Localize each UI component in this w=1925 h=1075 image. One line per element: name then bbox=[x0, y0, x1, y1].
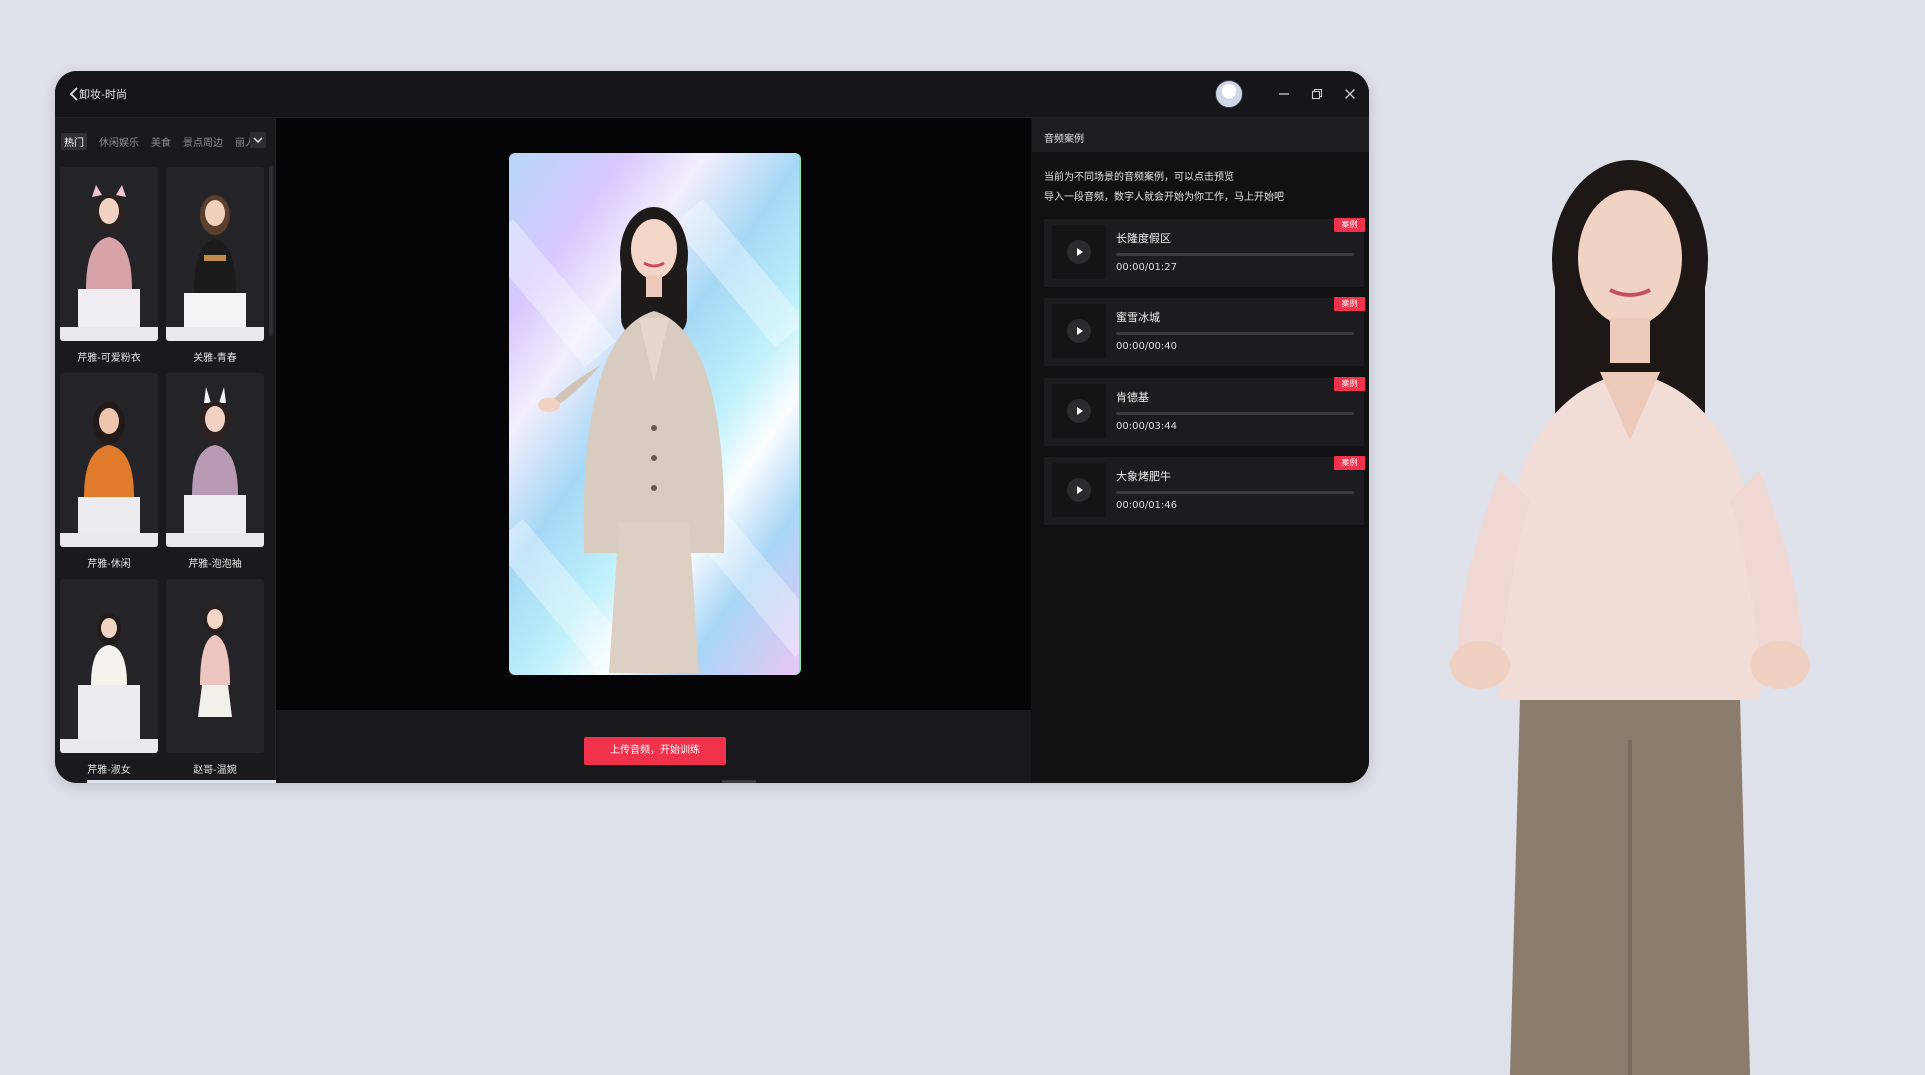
card-floor bbox=[166, 533, 264, 547]
tab-attractions[interactable]: 景点周边 bbox=[183, 134, 223, 149]
play-button[interactable] bbox=[1052, 304, 1106, 358]
avatar-card-puff-sleeve[interactable] bbox=[166, 373, 264, 547]
tab-food[interactable]: 美食 bbox=[151, 134, 171, 149]
user-avatar[interactable] bbox=[1215, 80, 1243, 108]
avatar-figure-image bbox=[78, 402, 140, 543]
play-icon bbox=[1077, 407, 1083, 415]
avatar-name: 赵哥-温婉 bbox=[193, 765, 237, 776]
play-button[interactable] bbox=[1052, 225, 1106, 279]
avatar-figure-image bbox=[184, 387, 246, 535]
close-icon[interactable] bbox=[1339, 83, 1361, 105]
minimize-icon[interactable] bbox=[1273, 83, 1295, 105]
sample-badge: 案例 bbox=[1334, 377, 1365, 391]
category-tabs: 热门 休闲娱乐 美食 景点周边 丽人 bbox=[61, 132, 267, 150]
audio-time: 00:00/01:46 bbox=[1116, 500, 1178, 511]
avatar-library-panel: 热门 休闲娱乐 美食 景点周边 丽人 芹雅-可爱粉衣 关雅-青春 芹雅-休闲 芹… bbox=[55, 118, 276, 783]
progress-track[interactable] bbox=[1116, 332, 1354, 335]
avatar-name: 芹雅-休闲 bbox=[87, 559, 131, 570]
play-icon bbox=[1077, 486, 1083, 494]
horizontal-scroll-indicator[interactable] bbox=[87, 780, 287, 783]
tab-hot[interactable]: 热门 bbox=[61, 132, 87, 150]
action-bar: 上传音频，开始训练 bbox=[276, 710, 1031, 783]
avatar-figure-image bbox=[198, 605, 232, 717]
play-button[interactable] bbox=[1052, 384, 1106, 438]
panel-header: 音频案例 bbox=[1032, 118, 1369, 152]
sample-badge: 案例 bbox=[1334, 456, 1365, 470]
description-line: 导入一段音频，数字人就会开始为你工作，马上开始吧 bbox=[1044, 192, 1284, 203]
audio-item[interactable]: 大象烤肥牛 00:00/01:46 案例 bbox=[1044, 456, 1365, 525]
sample-badge: 案例 bbox=[1334, 297, 1365, 311]
avatar-name: 芹雅-泡泡袖 bbox=[188, 559, 242, 570]
chevron-down-icon[interactable] bbox=[250, 132, 266, 148]
play-icon bbox=[1077, 327, 1083, 335]
digital-human-figure bbox=[538, 207, 725, 673]
audio-title: 大象烤肥牛 bbox=[1116, 470, 1171, 483]
title-bar: 卸妆-时尚 bbox=[55, 71, 1369, 118]
audio-item[interactable]: 蜜雪冰城 00:00/00:40 案例 bbox=[1044, 297, 1365, 366]
avatar-name: 关雅-青春 bbox=[193, 353, 237, 364]
progress-track[interactable] bbox=[1116, 412, 1354, 415]
restore-icon[interactable] bbox=[1306, 83, 1328, 105]
avatar-card-gentle[interactable] bbox=[166, 579, 264, 753]
card-floor bbox=[166, 327, 264, 341]
progress-track[interactable] bbox=[1116, 253, 1354, 256]
window-title: 卸妆-时尚 bbox=[79, 88, 127, 101]
scrollbar-handle[interactable] bbox=[722, 780, 756, 783]
audio-item[interactable]: 长隆度假区 00:00/01:27 案例 bbox=[1044, 218, 1365, 287]
avatar-figure-image bbox=[184, 195, 246, 335]
avatar-card-casual[interactable] bbox=[60, 373, 158, 547]
scrollbar-thumb[interactable] bbox=[269, 166, 273, 336]
sample-badge: 案例 bbox=[1334, 218, 1365, 232]
video-preview bbox=[509, 153, 801, 675]
audio-title: 肯德基 bbox=[1116, 391, 1149, 404]
avatar-figure-image bbox=[78, 185, 140, 329]
presenter-figure bbox=[1450, 160, 1810, 1075]
tab-leisure[interactable]: 休闲娱乐 bbox=[99, 134, 139, 149]
card-floor bbox=[60, 739, 158, 753]
audio-title: 长隆度假区 bbox=[1116, 232, 1171, 245]
audio-title: 蜜雪冰城 bbox=[1116, 311, 1160, 324]
upload-audio-button[interactable]: 上传音频，开始训练 bbox=[584, 737, 726, 765]
preview-area: 上传音频，开始训练 bbox=[276, 118, 1031, 783]
progress-track[interactable] bbox=[1116, 491, 1354, 494]
app-window: 卸妆-时尚 热门 休闲娱乐 美食 景点周边 丽人 芹雅-可爱粉衣 关雅-青春 芹… bbox=[55, 71, 1369, 783]
audio-item[interactable]: 肯德基 00:00/03:44 案例 bbox=[1044, 377, 1365, 446]
audio-time: 00:00/03:44 bbox=[1116, 421, 1178, 432]
card-floor bbox=[60, 327, 158, 341]
avatar-card-youthful[interactable] bbox=[166, 167, 264, 341]
avatar-name: 芹雅-可爱粉衣 bbox=[77, 353, 141, 364]
audio-samples-panel: 音频案例 当前为不同场景的音频案例，可以点击预览 导入一段音频，数字人就会开始为… bbox=[1032, 118, 1369, 783]
avatar-card-lady[interactable] bbox=[60, 579, 158, 753]
description-line: 当前为不同场景的音频案例，可以点击预览 bbox=[1044, 172, 1234, 183]
audio-time: 00:00/01:27 bbox=[1116, 262, 1178, 273]
card-floor bbox=[60, 533, 158, 547]
play-icon bbox=[1077, 248, 1083, 256]
play-button[interactable] bbox=[1052, 463, 1106, 517]
avatar-name: 芹雅-淑女 bbox=[87, 765, 131, 776]
avatar-card-cute-pink[interactable] bbox=[60, 167, 158, 341]
audio-time: 00:00/00:40 bbox=[1116, 341, 1178, 352]
panel-title: 音频案例 bbox=[1044, 134, 1084, 145]
avatar-figure-image bbox=[78, 613, 140, 753]
